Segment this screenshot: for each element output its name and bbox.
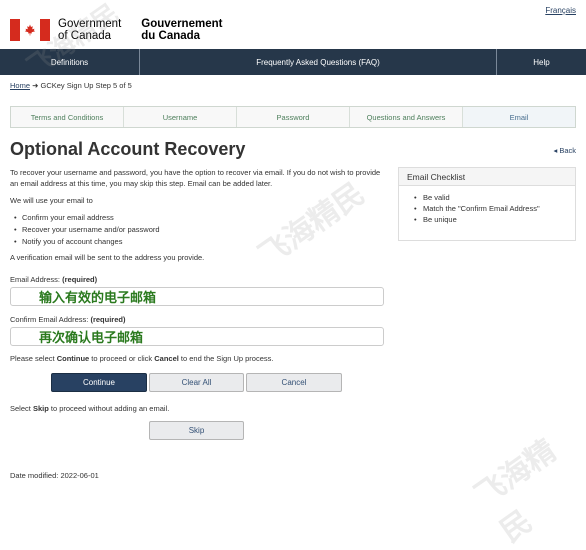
signature-french: Gouvernement du Canada — [141, 18, 223, 42]
email-checklist-panel: Email Checklist Be valid Match the "Conf… — [398, 167, 576, 241]
list-item: Recover your username and/or password — [14, 224, 160, 236]
main-menu: Definitions Frequently Asked Questions (… — [0, 49, 586, 75]
signup-progress-steps: Terms and Conditions Username Password Q… — [10, 106, 576, 128]
government-signature[interactable]: Government of Canada Gouvernement du Can… — [10, 18, 222, 42]
step-questions: Questions and Answers — [350, 107, 463, 127]
menu-item-help[interactable]: Help — [497, 49, 586, 75]
proceed-instructions: Please select Continue to proceed or cli… — [10, 354, 274, 363]
step-username: Username — [124, 107, 237, 127]
menu-item-faq[interactable]: Frequently Asked Questions (FAQ) — [140, 49, 497, 75]
language-toggle-link[interactable]: Français — [545, 6, 576, 15]
menu-item-definitions[interactable]: Definitions — [0, 49, 140, 75]
use-label: We will use your email to — [10, 196, 93, 205]
watermark: 飞海精民 — [468, 433, 563, 550]
checklist-item: Be valid — [414, 192, 575, 203]
email-label: Email Address: (required) — [10, 275, 98, 284]
continue-button[interactable]: Continue — [51, 373, 147, 392]
cancel-button[interactable]: Cancel — [246, 373, 342, 392]
use-list: Confirm your email address Recover your … — [14, 212, 160, 248]
date-modified: Date modified: 2022-06-01 — [10, 471, 99, 480]
verify-text: A verification email will be sent to the… — [10, 253, 205, 262]
intro-text: To recover your username and password, y… — [10, 168, 381, 188]
canada-flag-icon — [10, 19, 50, 41]
confirm-email-input[interactable]: 再次确认电子邮箱 — [10, 327, 384, 346]
back-label: Back — [559, 146, 576, 155]
page-title: Optional Account Recovery — [10, 139, 246, 159]
skip-instructions: Select Skip to proceed without adding an… — [10, 404, 170, 413]
skip-button[interactable]: Skip — [149, 421, 244, 440]
list-item: Confirm your email address — [14, 212, 160, 224]
checklist-item: Match the "Confirm Email Address" — [414, 203, 575, 214]
back-link[interactable]: ◂ Back — [553, 146, 576, 155]
clear-all-button[interactable]: Clear All — [149, 373, 244, 392]
step-terms: Terms and Conditions — [11, 107, 124, 127]
checklist-item: Be unique — [414, 214, 575, 225]
breadcrumb-current: GCKey Sign Up Step 5 of 5 — [40, 81, 132, 90]
list-item: Notify you of account changes — [14, 236, 160, 248]
step-password: Password — [237, 107, 350, 127]
breadcrumb-home-link[interactable]: Home — [10, 81, 30, 90]
step-email: Email — [463, 107, 575, 127]
breadcrumb: Home ➜ GCKey Sign Up Step 5 of 5 — [10, 81, 132, 90]
signature-english: Government of Canada — [58, 18, 122, 42]
confirm-email-label: Confirm Email Address: (required) — [10, 315, 126, 324]
checklist-title: Email Checklist — [399, 168, 575, 186]
email-input[interactable]: 输入有效的电子邮箱 — [10, 287, 384, 306]
